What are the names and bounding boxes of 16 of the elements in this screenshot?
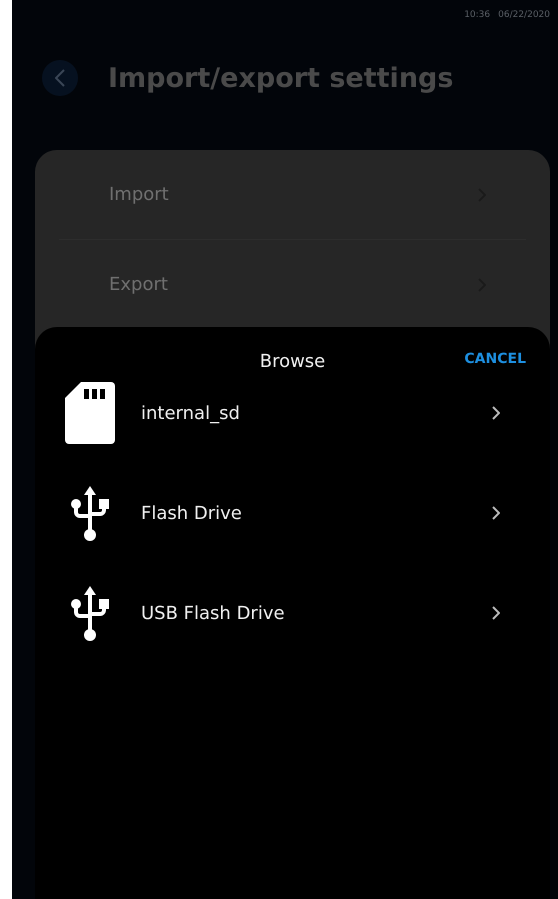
status-time: 10:36 bbox=[464, 10, 490, 20]
cancel-button[interactable]: CANCEL bbox=[464, 351, 526, 367]
storage-item[interactable]: internal_sd bbox=[141, 402, 492, 424]
storage-item[interactable]: USB Flash Drive bbox=[141, 602, 492, 624]
sheet-title: Browse bbox=[260, 350, 326, 372]
chevron-right-icon bbox=[492, 606, 500, 620]
back-button[interactable] bbox=[42, 60, 78, 96]
chevron-left-icon bbox=[55, 69, 65, 87]
usb-icon bbox=[70, 484, 110, 542]
status-date: 06/22/2020 bbox=[498, 10, 550, 20]
usb-icon bbox=[70, 584, 110, 642]
storage-item[interactable]: Flash Drive bbox=[141, 502, 492, 524]
chevron-right-icon bbox=[492, 406, 500, 420]
page-title: Import/export settings bbox=[108, 62, 454, 94]
sd-card-icon bbox=[65, 382, 115, 444]
chevron-right-icon bbox=[492, 506, 500, 520]
